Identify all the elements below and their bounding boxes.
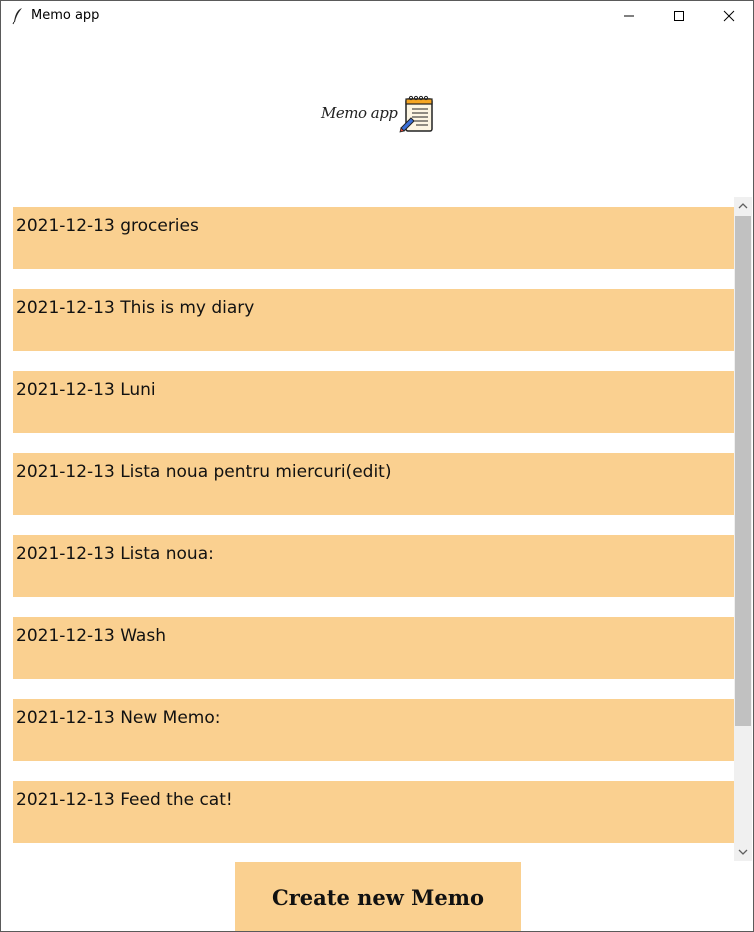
memo-item[interactable]: 2021-12-13 Lista noua: — [13, 535, 734, 597]
header-logo: Memo app — [1, 31, 753, 196]
maximize-button[interactable] — [654, 1, 704, 31]
memo-label: 2021-12-13 This is my diary — [16, 298, 255, 318]
minimize-icon — [624, 15, 634, 17]
close-button[interactable] — [704, 1, 753, 31]
chevron-up-icon — [738, 203, 748, 209]
scroll-thumb[interactable] — [735, 216, 751, 726]
logo-text: Memo app — [321, 104, 398, 122]
memo-label: 2021-12-13 Lista noua: — [16, 544, 214, 564]
scroll-up-button[interactable] — [734, 197, 752, 215]
memo-item[interactable]: 2021-12-13 This is my diary — [13, 289, 734, 351]
create-memo-button[interactable]: Create new Memo — [235, 862, 521, 931]
chevron-down-icon — [738, 849, 748, 855]
memo-label: 2021-12-13 Wash — [16, 626, 166, 646]
app-window: Memo app Memo app 2021-12-13 groceries 2… — [0, 0, 754, 932]
vertical-scrollbar[interactable] — [734, 197, 752, 861]
maximize-icon — [674, 11, 684, 21]
title-bar: Memo app — [1, 1, 753, 31]
memo-item[interactable]: 2021-12-13 Feed the cat! — [13, 781, 734, 843]
notepad-icon — [399, 95, 433, 133]
memo-item[interactable]: 2021-12-13 groceries — [13, 207, 734, 269]
close-icon — [723, 10, 735, 22]
minimize-button[interactable] — [604, 1, 654, 31]
memo-item[interactable]: 2021-12-13 Wash — [13, 617, 734, 679]
memo-label: 2021-12-13 Lista noua pentru miercuri(ed… — [16, 462, 392, 482]
memo-item[interactable]: 2021-12-13 Lista noua pentru miercuri(ed… — [13, 453, 734, 515]
window-title: Memo app — [31, 8, 100, 23]
feather-icon — [12, 8, 22, 25]
scroll-down-button[interactable] — [734, 843, 752, 861]
memo-label: 2021-12-13 New Memo: — [16, 708, 221, 728]
memo-list: 2021-12-13 groceries 2021-12-13 This is … — [1, 197, 734, 861]
memo-label: 2021-12-13 groceries — [16, 216, 199, 236]
memo-label: 2021-12-13 Luni — [16, 380, 156, 400]
memo-label: 2021-12-13 Feed the cat! — [16, 790, 233, 810]
memo-item[interactable]: 2021-12-13 Luni — [13, 371, 734, 433]
memo-item[interactable]: 2021-12-13 New Memo: — [13, 699, 734, 761]
